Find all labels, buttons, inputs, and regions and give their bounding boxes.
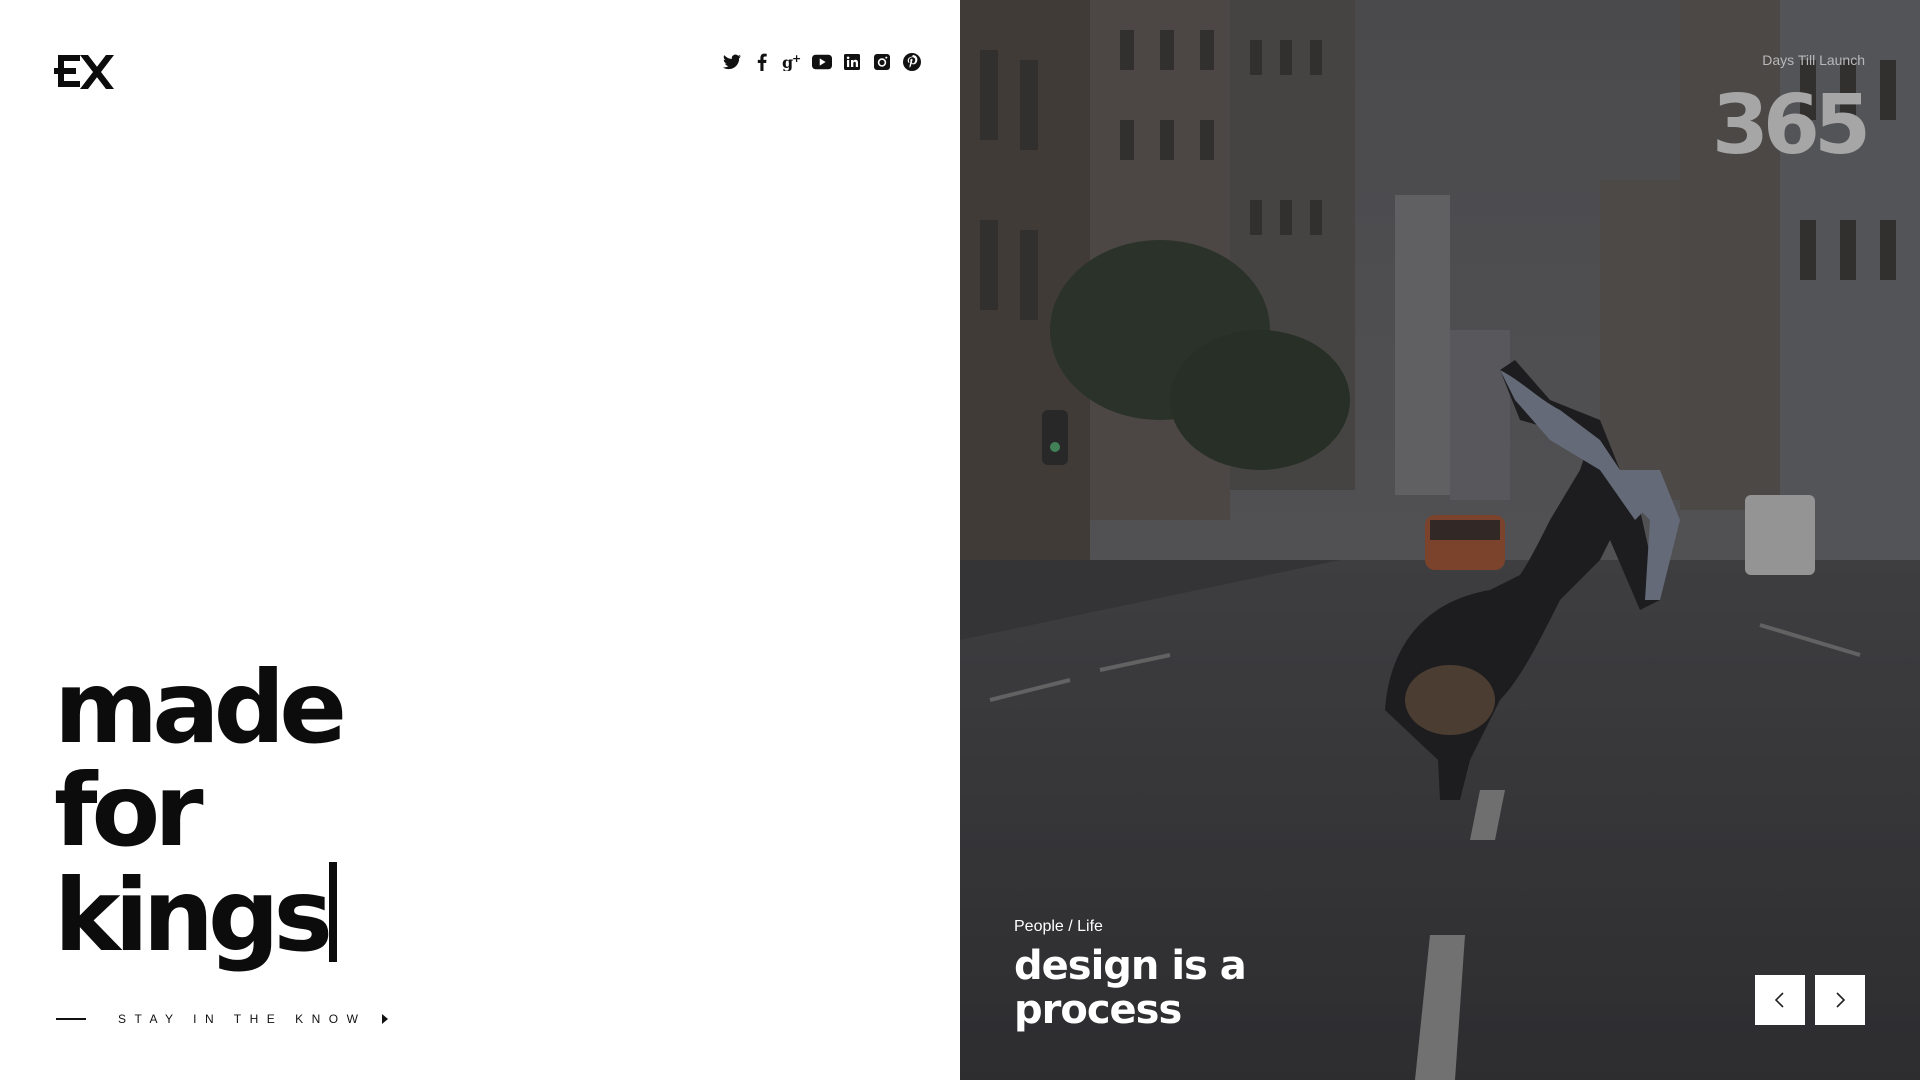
- brand-logo[interactable]: [54, 52, 116, 92]
- instagram-icon[interactable]: [872, 52, 892, 72]
- facebook-icon[interactable]: [752, 52, 772, 72]
- pinterest-icon[interactable]: [902, 52, 922, 72]
- previous-slide-button[interactable]: [1755, 975, 1805, 1025]
- linkedin-icon[interactable]: [842, 52, 862, 72]
- countdown-label: Days Till Launch: [1762, 52, 1865, 68]
- svg-text:+: +: [792, 53, 801, 65]
- slide-title: design is a process: [1014, 944, 1274, 1032]
- slide-title-line-2: process: [1014, 987, 1182, 1033]
- hero-line-3: kings: [54, 862, 341, 967]
- google-plus-icon[interactable]: g +: [782, 52, 802, 72]
- slide-title-line-1: design is a: [1014, 943, 1247, 989]
- chevron-left-icon: [1774, 992, 1784, 1008]
- hero-image-panel: Days Till Launch 365 People / Life desig…: [960, 0, 1920, 1080]
- twitter-icon[interactable]: [722, 52, 742, 72]
- chevron-right-icon: [1836, 992, 1846, 1008]
- cta-rule: [56, 1018, 86, 1020]
- hero-headline: made for kings: [54, 649, 347, 967]
- next-slide-button[interactable]: [1815, 975, 1865, 1025]
- left-panel: g + made for kings STAY IN THE KNOW: [0, 0, 960, 1080]
- hero-line-1: made: [54, 649, 347, 766]
- social-links: g +: [722, 52, 922, 72]
- hero-line-2: for: [54, 752, 204, 869]
- slide-caption: People / Life design is a process: [1014, 918, 1274, 1032]
- play-arrow-icon: [382, 1014, 389, 1024]
- cta-label: STAY IN THE KNOW: [118, 1012, 367, 1026]
- stay-in-the-know-link[interactable]: STAY IN THE KNOW: [56, 1012, 389, 1026]
- brand-logo-mark: [54, 55, 114, 89]
- typing-cursor: [329, 862, 338, 962]
- slide-category: People / Life: [1014, 918, 1103, 935]
- hero-line-3-text: kings: [54, 857, 333, 974]
- countdown-value: 365: [1711, 78, 1871, 173]
- youtube-icon[interactable]: [812, 52, 832, 72]
